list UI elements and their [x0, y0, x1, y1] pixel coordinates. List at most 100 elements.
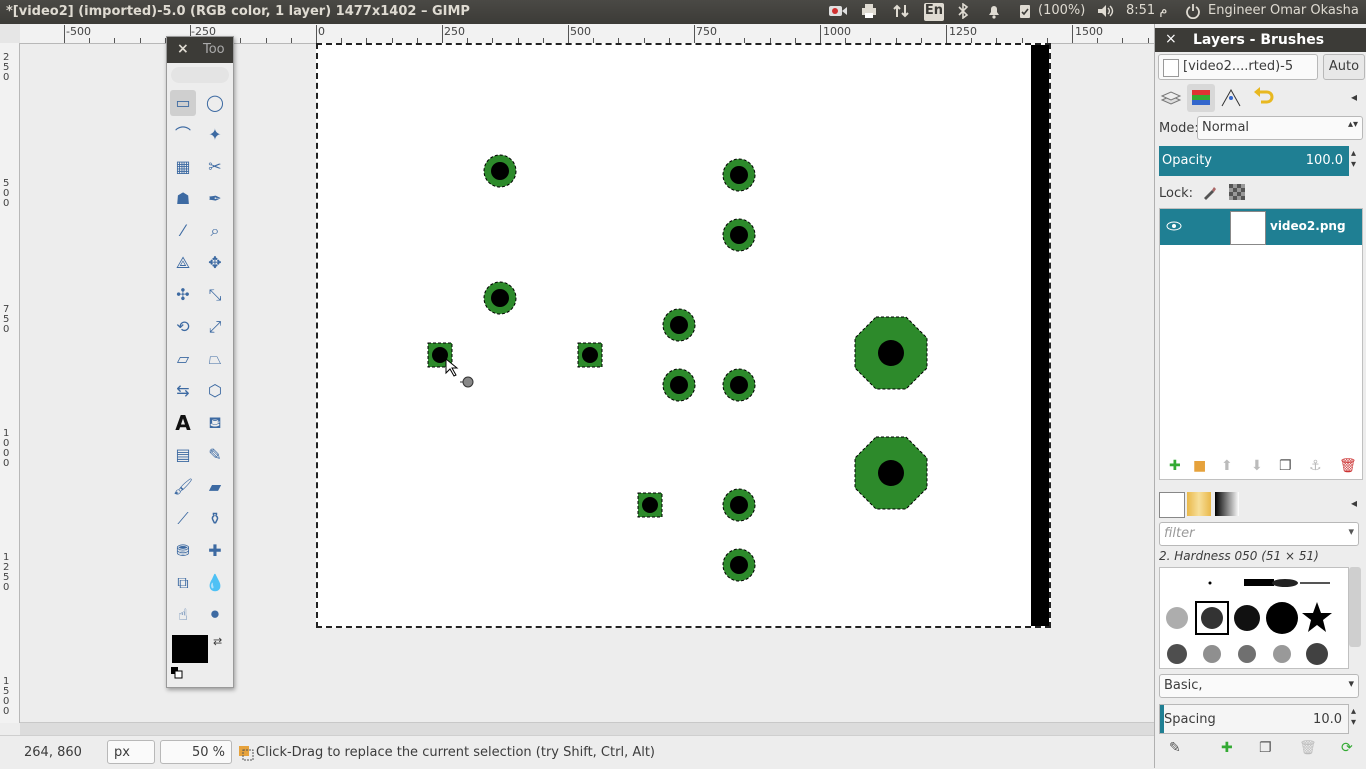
image-canvas[interactable]	[316, 43, 1051, 628]
new-layer-icon[interactable]: ✚	[1169, 458, 1181, 474]
lower-layer-icon[interactable]: ⬇	[1251, 458, 1263, 474]
anchor-layer-icon[interactable]: ⚓	[1309, 458, 1322, 474]
fuzzy-select-icon[interactable]: ✦	[202, 122, 228, 148]
dodge-burn-icon[interactable]: ⚫	[202, 602, 228, 628]
paths-tab-icon[interactable]	[1219, 86, 1245, 112]
record-icon[interactable]	[828, 3, 848, 21]
vertical-ruler[interactable]: 250 500 750 1000 1250 1500	[0, 43, 20, 723]
bluetooth-icon[interactable]	[956, 2, 970, 21]
power-icon[interactable]	[1185, 3, 1201, 21]
shear-icon[interactable]: ▱	[170, 346, 196, 372]
perspective-clone-icon[interactable]: ⧉	[170, 570, 196, 596]
text-tool-icon[interactable]: A	[170, 410, 196, 436]
ink-icon[interactable]: ⚱	[202, 506, 228, 532]
new-brush-icon[interactable]: ✚	[1221, 740, 1233, 756]
brush-panel-menu-icon[interactable]: ◂	[1351, 496, 1357, 510]
align-icon[interactable]: ✣	[170, 282, 196, 308]
layers-list[interactable]: video2.png	[1159, 208, 1363, 480]
move-icon[interactable]: ✥	[202, 250, 228, 276]
horizontal-scrollbar[interactable]	[20, 722, 1154, 735]
channels-tab-icon[interactable]	[1187, 84, 1215, 112]
clone-icon[interactable]: ⛃	[170, 538, 196, 564]
perspective-icon[interactable]: ⏢	[202, 346, 228, 372]
toolbox-close-button[interactable]: ×	[177, 41, 189, 57]
visibility-eye-icon[interactable]	[1166, 219, 1182, 237]
printer-icon[interactable]	[860, 3, 878, 21]
notification-bell-icon[interactable]	[986, 3, 1002, 21]
ellipse-select-icon[interactable]: ◯	[202, 90, 228, 116]
pencil-icon[interactable]: ✎	[202, 442, 228, 468]
airbrush-icon[interactable]: ⟋	[170, 506, 196, 532]
layer-row[interactable]: video2.png	[1160, 209, 1362, 245]
refresh-brushes-icon[interactable]: ⟳	[1341, 740, 1353, 756]
eraser-icon[interactable]: ▰	[202, 474, 228, 500]
brush-filter-input[interactable]: filter ▾	[1159, 522, 1359, 546]
scissors-icon[interactable]: ✂	[202, 154, 228, 180]
opacity-slider[interactable]: Opacity 100.0	[1159, 146, 1349, 176]
bucket-fill-icon[interactable]: ⛾	[202, 410, 228, 436]
panel-close-button[interactable]: ×	[1165, 31, 1177, 47]
zoom-select[interactable]: 50 %	[160, 740, 232, 764]
scale-icon[interactable]: ⤢	[202, 314, 228, 340]
zoom-icon[interactable]: ⌕	[202, 218, 228, 244]
brush-grid-scrollbar[interactable]	[1349, 567, 1361, 647]
undo-history-tab-icon[interactable]	[1251, 86, 1277, 112]
battery-icon[interactable]	[1018, 3, 1032, 21]
flip-icon[interactable]: ⇆	[170, 378, 196, 404]
lock-alpha-icon[interactable]	[1229, 184, 1245, 204]
layer-name[interactable]: video2.png	[1270, 219, 1346, 233]
ruler-label: 1250	[3, 552, 10, 593]
delete-brush-icon[interactable]: 🗑	[1299, 740, 1317, 756]
delete-layer-icon[interactable]: 🗑	[1339, 458, 1357, 474]
network-icon[interactable]	[892, 3, 910, 21]
edit-brush-icon[interactable]: ✎	[1169, 740, 1181, 756]
duplicate-layer-icon[interactable]: ❐	[1279, 458, 1292, 474]
black-dot	[642, 497, 658, 513]
raise-layer-icon[interactable]: ⬆	[1221, 458, 1233, 474]
black-dot	[730, 496, 748, 514]
free-select-icon[interactable]: ⌒	[170, 122, 196, 148]
auto-button[interactable]: Auto	[1323, 54, 1365, 80]
blend-icon[interactable]: ▤	[170, 442, 196, 468]
duplicate-brush-icon[interactable]: ❐	[1259, 740, 1272, 756]
volume-icon[interactable]	[1096, 3, 1116, 21]
default-colors-icon[interactable]	[171, 667, 183, 683]
select-by-color-icon[interactable]: ▦	[170, 154, 196, 180]
swap-colors-icon[interactable]: ⇄	[213, 635, 222, 648]
measure-icon[interactable]: ⟁	[170, 250, 196, 276]
lock-pixels-icon[interactable]	[1201, 184, 1217, 204]
black-dot	[878, 460, 904, 486]
keyboard-language-indicator[interactable]: En	[924, 3, 944, 21]
unit-select[interactable]: px	[107, 740, 155, 764]
layers-tab-icon[interactable]	[1159, 86, 1185, 112]
chevron-down-icon[interactable]: ▾	[1348, 525, 1354, 538]
spacing-spin-icon[interactable]: ▴ ▾	[1351, 706, 1356, 728]
color-picker-icon[interactable]: ⁄	[170, 218, 196, 244]
user-name[interactable]: Engineer Omar Okasha	[1208, 3, 1359, 21]
paths-tool-icon[interactable]: ✒	[202, 186, 228, 212]
brush-tag-select[interactable]: Basic, ▾	[1159, 674, 1359, 698]
ruler-corner-menu-button[interactable]	[0, 24, 21, 44]
crop-icon[interactable]: ⤡	[202, 282, 228, 308]
brushes-tab-icon[interactable]	[1159, 492, 1185, 518]
rect-select-icon[interactable]: ▭	[170, 90, 196, 116]
heal-icon[interactable]: ✚	[202, 538, 228, 564]
brush-grid[interactable]	[1159, 567, 1349, 669]
mode-select[interactable]: Normal ▴▾	[1197, 116, 1363, 140]
paintbrush-icon[interactable]: 🖌	[170, 474, 196, 500]
new-layer-group-icon[interactable]: ■	[1193, 458, 1206, 474]
smudge-icon[interactable]: ☝	[170, 602, 196, 628]
gradients-tab-icon[interactable]	[1215, 492, 1239, 516]
spacing-slider[interactable]: Spacing 10.0	[1159, 704, 1349, 734]
foreground-color[interactable]	[172, 635, 208, 663]
rotate-icon[interactable]: ⟲	[170, 314, 196, 340]
image-select[interactable]: [video2....rted)-5	[1158, 54, 1318, 80]
foreground-select-icon[interactable]: ☗	[170, 186, 196, 212]
blur-icon[interactable]: 💧	[202, 570, 228, 596]
panel-menu-icon[interactable]: ◂	[1351, 90, 1357, 104]
clock[interactable]: 8:51 م	[1126, 3, 1167, 21]
patterns-tab-icon[interactable]	[1187, 492, 1211, 516]
opacity-spin-icon[interactable]: ▴ ▾	[1351, 148, 1356, 170]
cage-transform-icon[interactable]: ⬡	[202, 378, 228, 404]
chevron-down-icon[interactable]: ▾	[1348, 677, 1354, 690]
